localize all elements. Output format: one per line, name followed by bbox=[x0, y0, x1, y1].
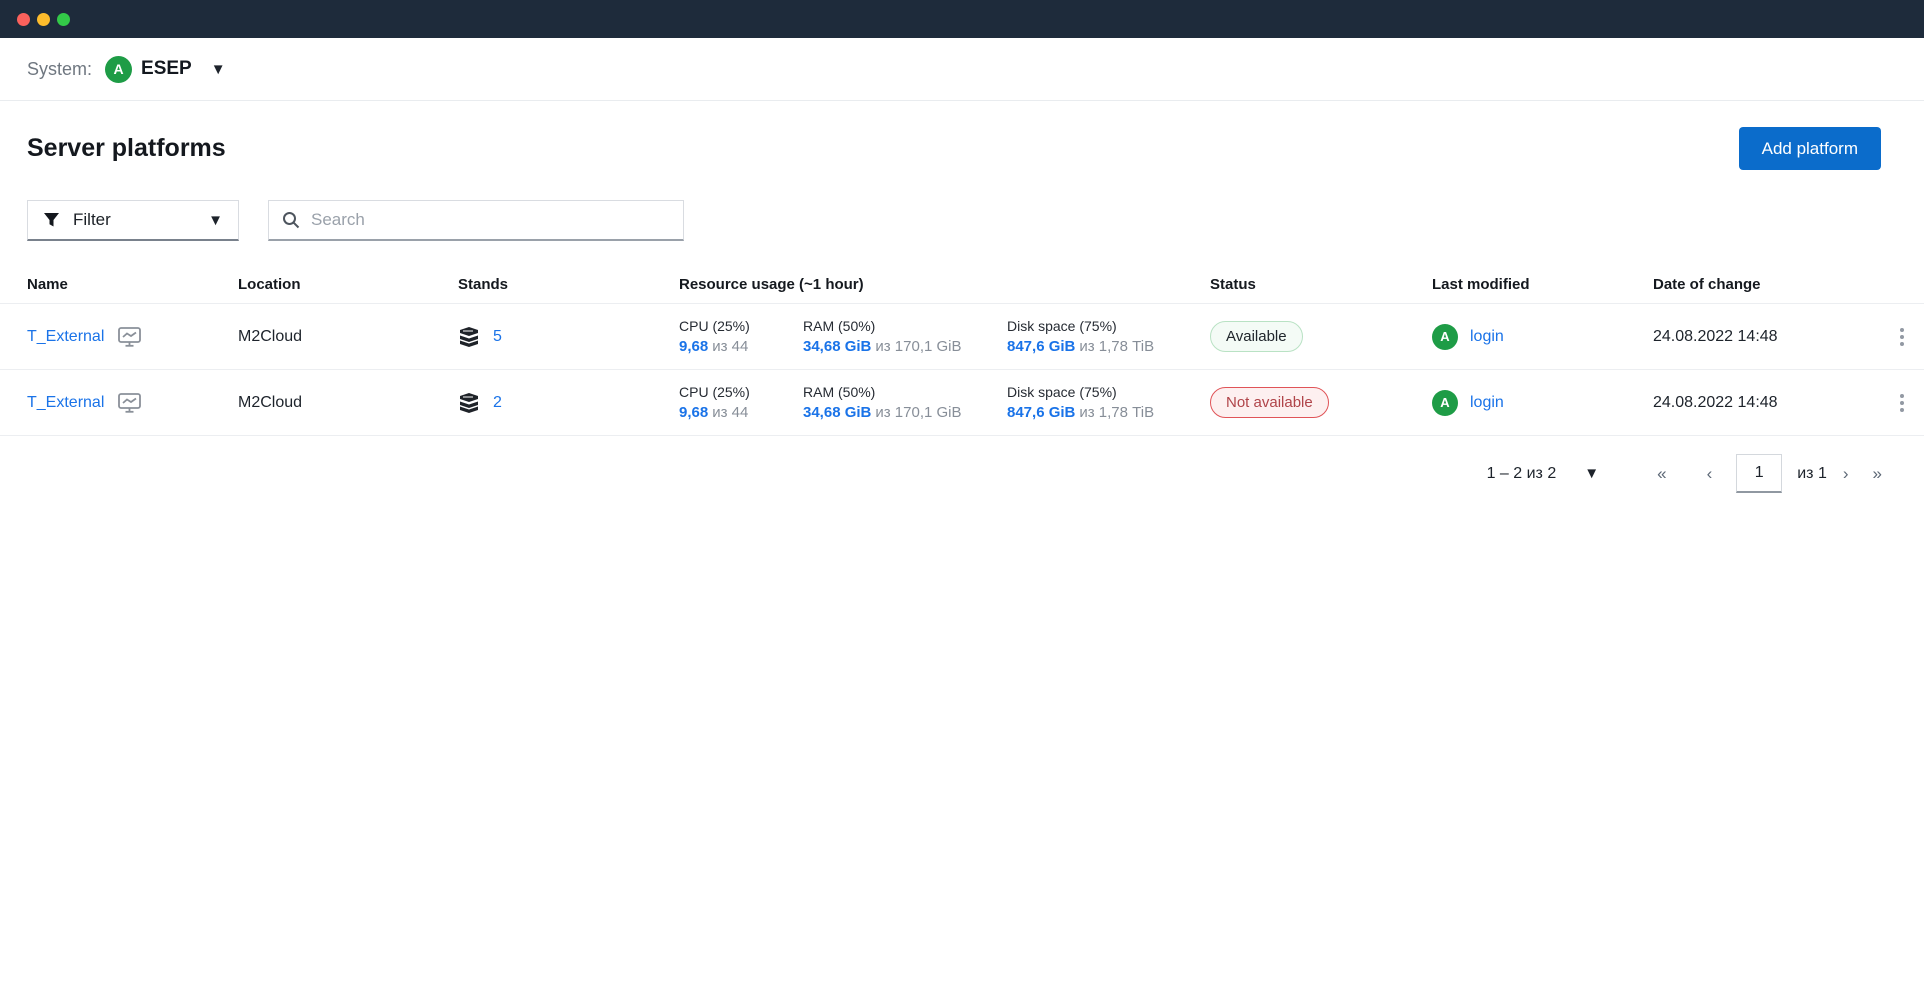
minimize-window-icon[interactable] bbox=[37, 12, 50, 26]
column-header-stands: Stands bbox=[458, 275, 509, 293]
column-header-date-of-change: Date of change bbox=[1653, 275, 1761, 293]
window-titlebar bbox=[0, 0, 1924, 38]
table-row: T_External M2Cloud 2 CPU (25%) 9,68 из 44… bbox=[0, 370, 1924, 436]
status-badge: Not available bbox=[1210, 387, 1329, 418]
stands-stack-icon bbox=[458, 326, 480, 348]
user-avatar: A bbox=[1432, 323, 1458, 350]
cpu-label: CPU (25%) bbox=[679, 318, 750, 334]
modified-user-link[interactable]: login bbox=[1470, 328, 1504, 346]
cpu-total: из 44 bbox=[712, 338, 749, 355]
disk-value: 847,6 GiB bbox=[1007, 338, 1076, 355]
column-header-name: Name bbox=[27, 275, 68, 293]
system-switcher[interactable]: A ESEP ▼ bbox=[105, 55, 226, 83]
system-label: System: bbox=[27, 58, 93, 79]
stands-stack-icon bbox=[458, 392, 480, 414]
table-header: Name Location Stands Resource usage (~1 … bbox=[0, 265, 1924, 304]
cpu-label: CPU (25%) bbox=[679, 384, 750, 400]
ram-total: из 170,1 GiB bbox=[875, 338, 962, 355]
close-window-icon[interactable] bbox=[17, 12, 30, 26]
chevron-down-icon: ▼ bbox=[210, 60, 226, 78]
total-pages-label: из 1 bbox=[1797, 464, 1827, 482]
status-badge: Available bbox=[1210, 321, 1303, 352]
zoom-window-icon[interactable] bbox=[57, 12, 70, 26]
location-cell: M2Cloud bbox=[238, 327, 303, 345]
disk-total: из 1,78 TiB bbox=[1079, 404, 1155, 421]
ram-value: 34,68 GiB bbox=[803, 338, 872, 355]
disk-total: из 1,78 TiB bbox=[1079, 338, 1155, 355]
toolbar: Filter ▼ bbox=[0, 170, 1924, 241]
cpu-value: 9,68 bbox=[679, 338, 709, 355]
add-platform-button[interactable]: Add platform bbox=[1738, 127, 1881, 170]
column-header-resource: Resource usage (~1 hour) bbox=[679, 275, 864, 293]
platform-name-link[interactable]: T_External bbox=[27, 394, 104, 412]
previous-page-button[interactable]: ‹ bbox=[1701, 460, 1719, 488]
stands-count-link[interactable]: 5 bbox=[493, 328, 502, 346]
ram-label: RAM (50%) bbox=[803, 318, 876, 334]
monitoring-chart-icon[interactable] bbox=[118, 326, 142, 347]
modified-user-link[interactable]: login bbox=[1470, 394, 1504, 412]
ram-total: из 170,1 GiB bbox=[875, 404, 962, 421]
first-page-button[interactable]: « bbox=[1651, 460, 1672, 488]
column-header-status: Status bbox=[1210, 275, 1256, 293]
resource-usage-cell: CPU (25%) 9,68 из 44 RAM (50%) 34,68 GiB и… bbox=[679, 318, 1210, 355]
page-number-input[interactable] bbox=[1736, 454, 1783, 493]
system-name: ESEP bbox=[141, 58, 192, 79]
system-bar: System: A ESEP ▼ bbox=[0, 38, 1924, 101]
page-range-dropdown[interactable]: 1 – 2 из 2 ▼ bbox=[1487, 465, 1600, 483]
cpu-value: 9,68 bbox=[679, 404, 709, 421]
disk-label: Disk space (75%) bbox=[1007, 318, 1117, 334]
search-box bbox=[268, 200, 684, 241]
kebab-menu-icon[interactable] bbox=[1894, 388, 1910, 418]
ram-value: 34,68 GiB bbox=[803, 404, 872, 421]
column-header-location: Location bbox=[238, 275, 301, 293]
table-row: T_External M2Cloud 5 CPU (25%) 9,68 из 44… bbox=[0, 304, 1924, 370]
page-title: Server platforms bbox=[27, 134, 226, 162]
monitoring-chart-icon[interactable] bbox=[118, 392, 142, 413]
column-header-last-modified: Last modified bbox=[1432, 275, 1530, 293]
pagination: 1 – 2 из 2 ▼ « ‹ из 1 › » bbox=[0, 436, 1924, 493]
system-avatar: A bbox=[105, 55, 133, 83]
page-head: Server platforms Add platform bbox=[0, 101, 1924, 170]
next-page-button[interactable]: › bbox=[1837, 460, 1855, 488]
search-icon bbox=[282, 211, 300, 229]
filter-dropdown[interactable]: Filter ▼ bbox=[27, 200, 239, 241]
chevron-down-icon: ▼ bbox=[1584, 465, 1600, 482]
platform-name-link[interactable]: T_External bbox=[27, 328, 104, 346]
date-of-change-cell: 24.08.2022 14:48 bbox=[1653, 393, 1778, 411]
disk-label: Disk space (75%) bbox=[1007, 384, 1117, 400]
kebab-menu-icon[interactable] bbox=[1894, 322, 1910, 352]
location-cell: M2Cloud bbox=[238, 393, 303, 411]
search-input[interactable] bbox=[311, 210, 670, 230]
stands-count-link[interactable]: 2 bbox=[493, 394, 502, 412]
filter-label: Filter bbox=[73, 210, 111, 229]
page-range-label: 1 – 2 из 2 bbox=[1486, 464, 1557, 482]
resource-usage-cell: CPU (25%) 9,68 из 44 RAM (50%) 34,68 GiB и… bbox=[679, 384, 1210, 421]
disk-value: 847,6 GiB bbox=[1007, 404, 1076, 421]
filter-funnel-icon bbox=[43, 212, 60, 228]
user-avatar: A bbox=[1432, 389, 1458, 416]
last-page-button[interactable]: » bbox=[1867, 460, 1888, 488]
chevron-down-icon: ▼ bbox=[208, 211, 223, 229]
date-of-change-cell: 24.08.2022 14:48 bbox=[1653, 327, 1778, 345]
ram-label: RAM (50%) bbox=[803, 384, 876, 400]
cpu-total: из 44 bbox=[712, 404, 749, 421]
